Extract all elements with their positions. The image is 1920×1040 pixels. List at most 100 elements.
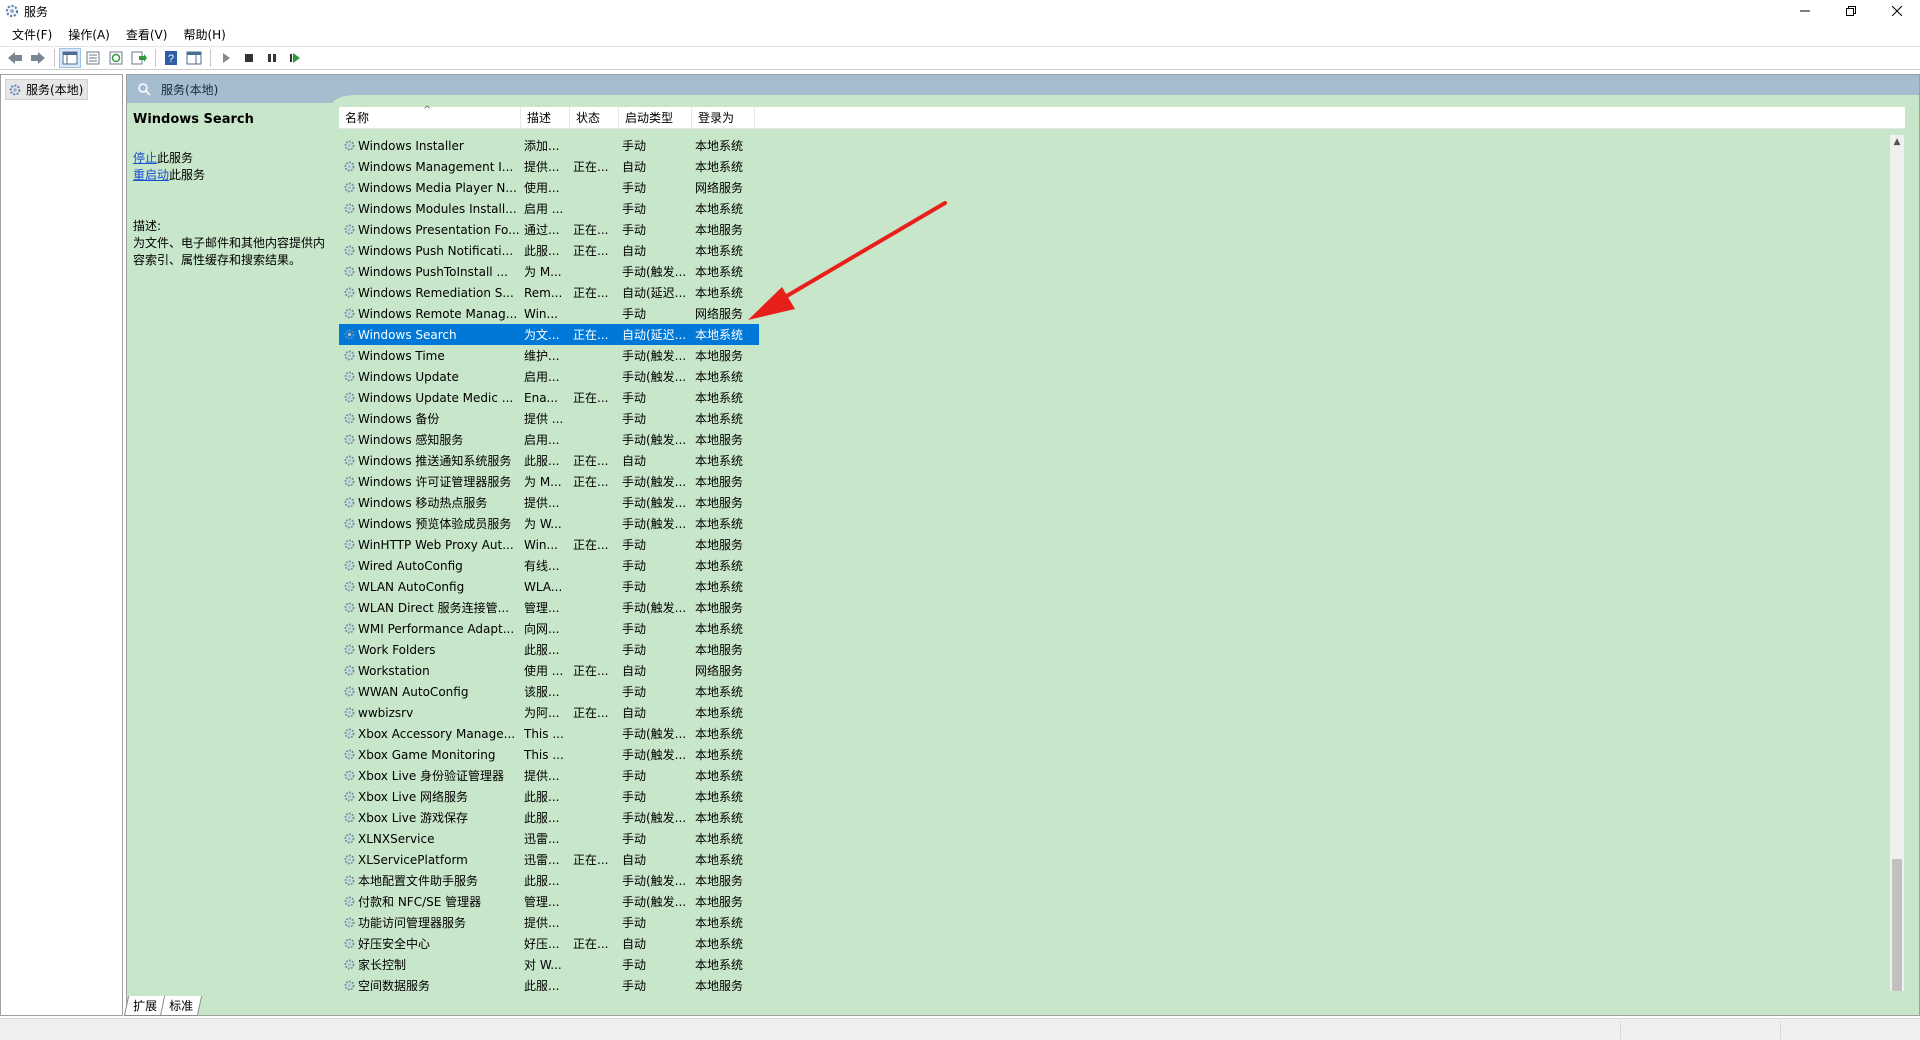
help-button[interactable]: ? [160,48,182,68]
services-table: ^ 名称 描述 状态 启动类型 登录为 Windows Installer 添加.… [339,105,1905,991]
tab-standard[interactable]: 标准 [159,996,203,1016]
table-row[interactable]: 付款和 NFC/SE 管理器 管理... 手动(触发... 本地服务 [339,891,759,912]
scroll-up-arrow-icon[interactable]: ▲ [1890,135,1904,149]
forward-button[interactable] [27,48,49,68]
stop-icon [245,54,253,62]
table-row[interactable]: Xbox Game Monitoring This ... 手动(触发... 本地系统 [339,744,759,765]
table-row[interactable]: Xbox Live 身份验证管理器 提供... 手动 本地系统 [339,765,759,786]
service-gear-icon [344,140,355,151]
export-list-button[interactable] [128,48,150,68]
cell-name: 家长控制 [339,956,521,973]
table-row[interactable]: Windows Modules Install... 启用 ... 手动 本地系统 [339,198,759,219]
table-row[interactable]: Xbox Live 网络服务 此服... 手动 本地系统 [339,786,759,807]
menu-view[interactable]: 查看(V) [118,26,176,43]
table-row[interactable]: Wired AutoConfig 有线... 手动 本地系统 [339,555,759,576]
column-header-status[interactable]: 状态 [570,106,619,129]
menu-file[interactable]: 文件(F) [4,26,60,43]
table-row[interactable]: WLAN Direct 服务连接管... 管理... 手动(触发... 本地服务 [339,597,759,618]
vertical-scrollbar[interactable]: ▲ ▼ [1890,135,1904,991]
cell-name: Wired AutoConfig [339,559,521,573]
refresh-icon [109,51,123,65]
cell-logon: 本地系统 [695,160,744,174]
column-header-startup-type[interactable]: 启动类型 [619,106,692,129]
restart-service-link[interactable]: 重启动 [133,168,169,182]
cell-start: 手动(触发... [622,496,687,510]
cell-start: 手动 [622,559,647,573]
action-pane-icon [186,51,202,65]
table-row[interactable]: XLNXService 迅雷... 手动 本地系统 [339,828,759,849]
pause-service-button[interactable] [261,48,283,68]
menu-action[interactable]: 操作(A) [60,26,118,43]
cell-logon: 本地系统 [695,748,744,762]
table-row[interactable]: 家长控制对 W... 手动 本地系统 [339,954,759,975]
table-row[interactable]: 空间数据服务 此服... 手动 本地服务 [339,975,759,991]
table-row[interactable]: 功能访问管理器服务 提供... 手动 本地系统 [339,912,759,933]
table-row[interactable]: XLServicePlatform 迅雷... 正在... 自动 本地系统 [339,849,759,870]
table-row[interactable]: Work Folders 此服... 手动 本地服务 [339,639,759,660]
stop-service-line: 停止此服务 [133,150,333,167]
service-gear-icon [344,812,355,823]
menu-help[interactable]: 帮助(H) [175,26,233,43]
table-row[interactable]: Windows PushToInstall ... 为 M... 手动(触发... 本… [339,261,759,282]
cell-desc: 启用 ... [524,202,564,216]
table-row[interactable]: Windows Remote Manag... Win... 手动 网络服务 [339,303,759,324]
table-row[interactable]: WLAN AutoConfig WLA... 手动 本地系统 [339,576,759,597]
back-button[interactable] [4,48,26,68]
table-row[interactable]: Windows Media Player N... 使用... 手动 网络服务 [339,177,759,198]
table-row[interactable]: Windows Search 为文... 正在... 自动(延迟... 本地系统 [339,324,759,345]
cell-desc: 迅雷... [524,853,560,867]
table-row[interactable]: Windows Remediation S... Rem... 正在... 自动(延迟… [339,282,759,303]
table-row[interactable]: Windows Presentation Fo... 通过... 正在... 手动 本地… [339,219,759,240]
table-row[interactable]: Windows Management I... 提供... 正在... 自动 本地系统 [339,156,759,177]
service-gear-icon [344,770,355,781]
cell-desc: Win... [524,306,558,321]
description-label: 描述: [133,219,162,233]
column-header-name[interactable]: ^ 名称 [339,105,521,129]
start-service-button[interactable] [215,48,237,68]
table-row[interactable]: Windows 预览体验成员服务为 W... 手动(触发... 本地系统 [339,513,759,534]
refresh-button[interactable] [105,48,127,68]
cell-start: 手动(触发... [622,433,687,447]
close-button[interactable] [1874,0,1920,22]
table-row[interactable]: WMI Performance Adapt... 向网... 手动 本地系统 [339,618,759,639]
table-row[interactable]: wwbizsrv 为阿... 正在... 自动 本地系统 [339,702,759,723]
restart-service-button[interactable] [284,48,306,68]
table-row[interactable]: Windows 移动热点服务 提供... 手动(触发... 本地服务 [339,492,759,513]
table-row[interactable]: 本地配置文件助手服务 此服... 手动(触发... 本地服务 [339,870,759,891]
cell-name: Windows 许可证管理器服务 [339,473,521,490]
table-row[interactable]: Windows Push Notificati... 此服... 正在... 自动 本地… [339,240,759,261]
table-row[interactable]: Workstation 使用 ... 正在... 自动 网络服务 [339,660,759,681]
cell-desc: 启用... [524,433,560,447]
table-row[interactable]: Windows 感知服务 启用... 手动(触发... 本地服务 [339,429,759,450]
properties-button[interactable] [82,48,104,68]
table-row[interactable]: Windows Time 维护... 手动(触发... 本地服务 [339,345,759,366]
table-row[interactable]: Windows 推送通知系统服务 此服... 正在... 自动 本地系统 [339,450,759,471]
table-row[interactable]: WinHTTP Web Proxy Aut... Win... 正在... 手动 本地服… [339,534,759,555]
cell-status: 正在... [573,223,609,237]
stop-service-button[interactable] [238,48,260,68]
table-row[interactable]: Windows 许可证管理器服务为 M... 正在... 手动(触发... 本地服务 [339,471,759,492]
service-gear-icon [344,581,355,592]
table-row[interactable]: Windows Update 启用... 手动(触发... 本地系统 [339,366,759,387]
stop-service-link[interactable]: 停止 [133,151,157,165]
column-header-description[interactable]: 描述 [521,106,570,129]
cell-desc: 好压... [524,937,560,951]
table-row[interactable]: Windows 备份 提供 ... 手动 本地系统 [339,408,759,429]
column-header-log-on-as[interactable]: 登录为 [692,106,755,129]
table-row[interactable]: 好压安全中心 好压... 正在... 自动 本地系统 [339,933,759,954]
table-row[interactable]: Xbox Live 游戏保存 此服... 手动(触发... 本地系统 [339,807,759,828]
cell-start: 手动(触发... [622,727,687,741]
show-hide-tree-button[interactable] [59,48,81,68]
window-title: 服务 [24,4,49,19]
table-row[interactable]: Xbox Accessory Manage... This ... 手动(触发...… [339,723,759,744]
cell-logon: 本地系统 [695,916,744,930]
table-row[interactable]: Windows Installer 添加... 手动 本地系统 [339,135,759,156]
table-row[interactable]: WWAN AutoConfig 该服... 手动 本地系统 [339,681,759,702]
scrollbar-thumb[interactable] [1892,859,1902,991]
minimize-button[interactable] [1782,0,1828,22]
table-row[interactable]: Windows Update Medic ... Ena... 正在... 手动 本地系… [339,387,759,408]
restore-button[interactable] [1828,0,1874,22]
tree-node-services-local[interactable]: 服务(本地) [5,79,89,100]
action-pane-button[interactable] [183,48,205,68]
